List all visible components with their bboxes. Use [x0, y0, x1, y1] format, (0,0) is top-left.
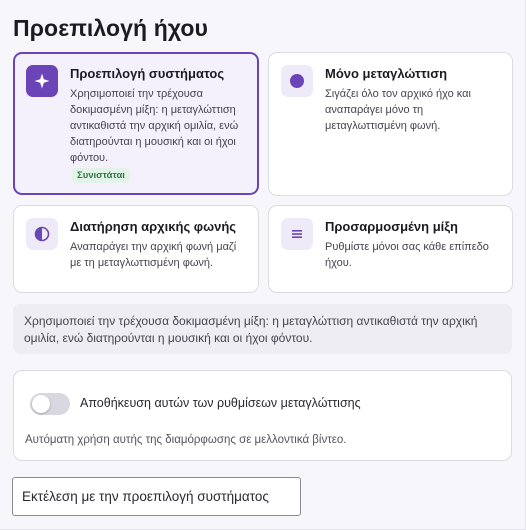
option-description: Ρυθμίστε μόνοι σας κάθε επίπεδο ήχου.: [325, 241, 489, 269]
sparkle-icon: [26, 65, 58, 97]
toggle-knob: [32, 395, 50, 413]
option-keep-original-voice[interactable]: Διατήρηση αρχικής φωνής Αναπαράγει την α…: [13, 205, 259, 293]
option-system-default[interactable]: Προεπιλογή συστήματος Χρησιμοποιεί την τ…: [13, 52, 259, 195]
save-settings-box: Αποθήκευση αυτών των ρυθμίσεων μεταγλώττ…: [13, 370, 512, 461]
selected-preset-info: Χρησιμοποιεί την τρέχουσα δοκιμασμένη μί…: [13, 304, 512, 354]
run-with-preset-button[interactable]: Εκτέλεση με την προεπιλογή συστήματος: [12, 477, 301, 516]
option-title: Μόνο μεταγλώττιση: [325, 66, 448, 81]
half-circle-icon: [26, 218, 58, 250]
sliders-icon: [281, 218, 313, 250]
option-description: Σιγάζει όλο τον αρχικό ήχο και αναπαράγε…: [325, 88, 471, 132]
save-settings-description: Αυτόματη χρήση αυτής της διαμόρφωσης σε …: [25, 434, 347, 446]
save-settings-toggle[interactable]: [30, 393, 70, 415]
audio-preset-panel: Προεπιλογή ήχου Προεπιλογή συστήματος Χρ…: [0, 0, 526, 530]
option-title: Προσαρμοσμένη μίξη: [325, 219, 458, 234]
save-settings-label: Αποθήκευση αυτών των ρυθμίσεων μεταγλώττ…: [80, 396, 361, 410]
option-description: Αναπαράγει την αρχική φωνή μαζί με τη με…: [70, 241, 237, 269]
page-title: Προεπιλογή ήχου: [13, 15, 208, 41]
option-title: Διατήρηση αρχικής φωνής: [70, 219, 237, 234]
recommended-badge: Συνιστάται: [72, 168, 130, 183]
option-title: Προεπιλογή συστήματος: [70, 66, 225, 81]
option-description: Χρησιμοποιεί την τρέχουσα δοκιμασμένη μί…: [70, 88, 239, 164]
option-dub-only[interactable]: Μόνο μεταγλώττιση Σιγάζει όλο τον αρχικό…: [268, 52, 513, 196]
option-custom-mix[interactable]: Προσαρμοσμένη μίξη Ρυθμίστε μόνοι σας κά…: [268, 205, 513, 293]
filled-circle-icon: [281, 65, 313, 97]
